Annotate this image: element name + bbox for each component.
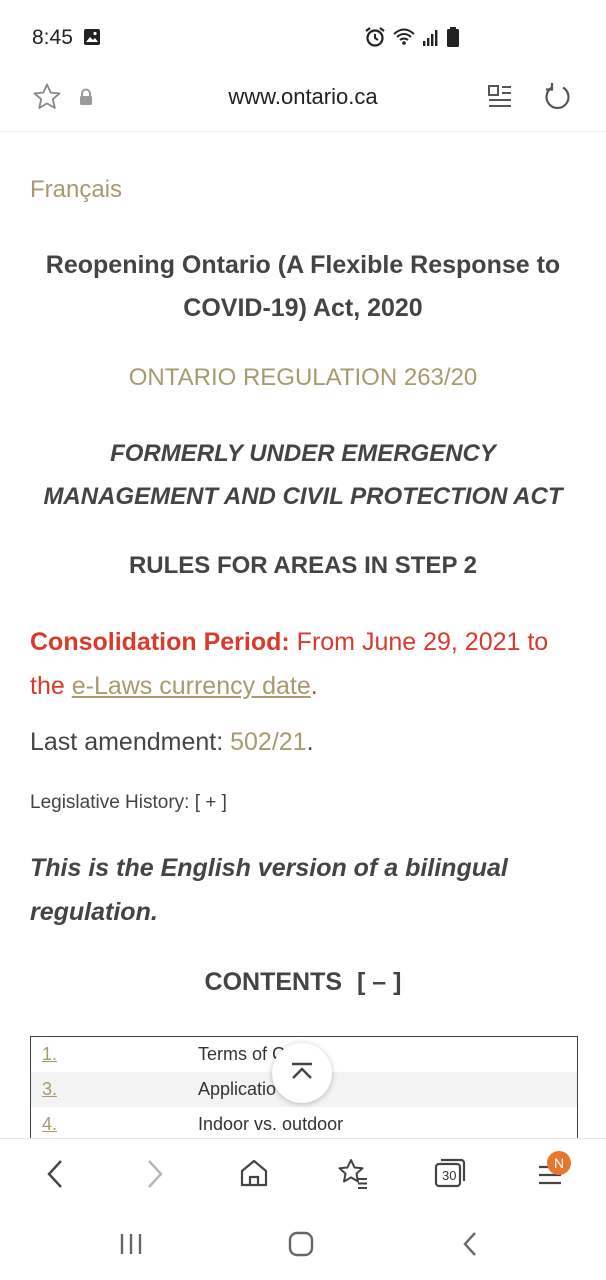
rules-heading: RULES FOR AREAS IN STEP 2 [128, 552, 478, 579]
back-button-icon[interactable] [460, 1231, 480, 1262]
back-icon[interactable] [42, 1157, 68, 1196]
consolidation-period: Consolidation Period: From June 29, 2021… [30, 620, 586, 708]
recents-icon[interactable] [119, 1232, 143, 1261]
notification-badge: N [547, 1151, 571, 1175]
formerly-under-note: FORMERLY UNDER EMERGENCY MANAGEMENT AND … [43, 440, 563, 510]
toc-title: Indoor vs. outdoor [198, 1114, 344, 1134]
period-end: . [310, 672, 318, 700]
toc-number[interactable]: 4. [42, 1114, 57, 1135]
alarm-icon [364, 26, 386, 53]
home-button-icon[interactable] [288, 1231, 314, 1262]
gallery-icon [83, 28, 101, 51]
tabs-icon[interactable]: 30 [434, 1157, 466, 1194]
amendment-period: . [306, 728, 314, 756]
last-amendment-label: Last amendment: [30, 728, 224, 756]
consolidation-label: Consolidation Period: [30, 628, 290, 656]
toc-title: Applicatio [198, 1079, 277, 1099]
status-icons [364, 26, 460, 53]
tabs-count: 30 [442, 1168, 457, 1183]
url-bar: www.ontario.ca [0, 68, 606, 132]
e-laws-currency-link[interactable]: e-Laws currency date [72, 672, 311, 700]
battery-icon [446, 26, 460, 53]
wifi-icon [392, 26, 416, 53]
toc-number[interactable]: 3. [42, 1079, 57, 1100]
contents-label: CONTENTS [204, 968, 343, 996]
contents-heading: CONTENTS [ – ] [0, 968, 606, 997]
last-amendment: Last amendment: 502/21. [30, 728, 314, 757]
status-time: 8:45 [32, 26, 73, 49]
reload-icon[interactable] [543, 81, 573, 118]
page-content: Français Reopening Ontario (A Flexible R… [0, 132, 606, 1138]
legislative-history-toggle[interactable]: Legislative History: [ + ] [30, 792, 227, 814]
signal-icon [422, 27, 440, 52]
reader-mode-icon[interactable] [487, 83, 513, 116]
language-link[interactable]: Français [30, 176, 122, 204]
url-text[interactable]: www.ontario.ca [0, 84, 606, 110]
status-bar: 8:45 [0, 0, 606, 68]
bilingual-note: This is the English version of a bilingu… [30, 854, 508, 926]
scroll-to-top-button[interactable] [272, 1043, 332, 1103]
table-row[interactable]: 4. Indoor vs. outdoor [31, 1107, 577, 1138]
scroll-up-icon [289, 1061, 315, 1086]
toc-title: Terms of C [198, 1044, 286, 1064]
last-amendment-link[interactable]: 502/21 [230, 728, 306, 756]
forward-icon[interactable] [142, 1157, 168, 1196]
system-nav-bar [0, 1210, 606, 1280]
act-title: Reopening Ontario (A Flexible Response t… [45, 251, 561, 322]
regulation-number: ONTARIO REGULATION 263/20 [128, 364, 478, 391]
bookmarks-icon[interactable] [336, 1157, 370, 1196]
contents-toggle[interactable]: [ – ] [357, 968, 401, 996]
toc-number[interactable]: 1. [42, 1044, 57, 1065]
home-icon[interactable] [239, 1157, 269, 1194]
browser-toolbar: 30 N [0, 1138, 606, 1210]
